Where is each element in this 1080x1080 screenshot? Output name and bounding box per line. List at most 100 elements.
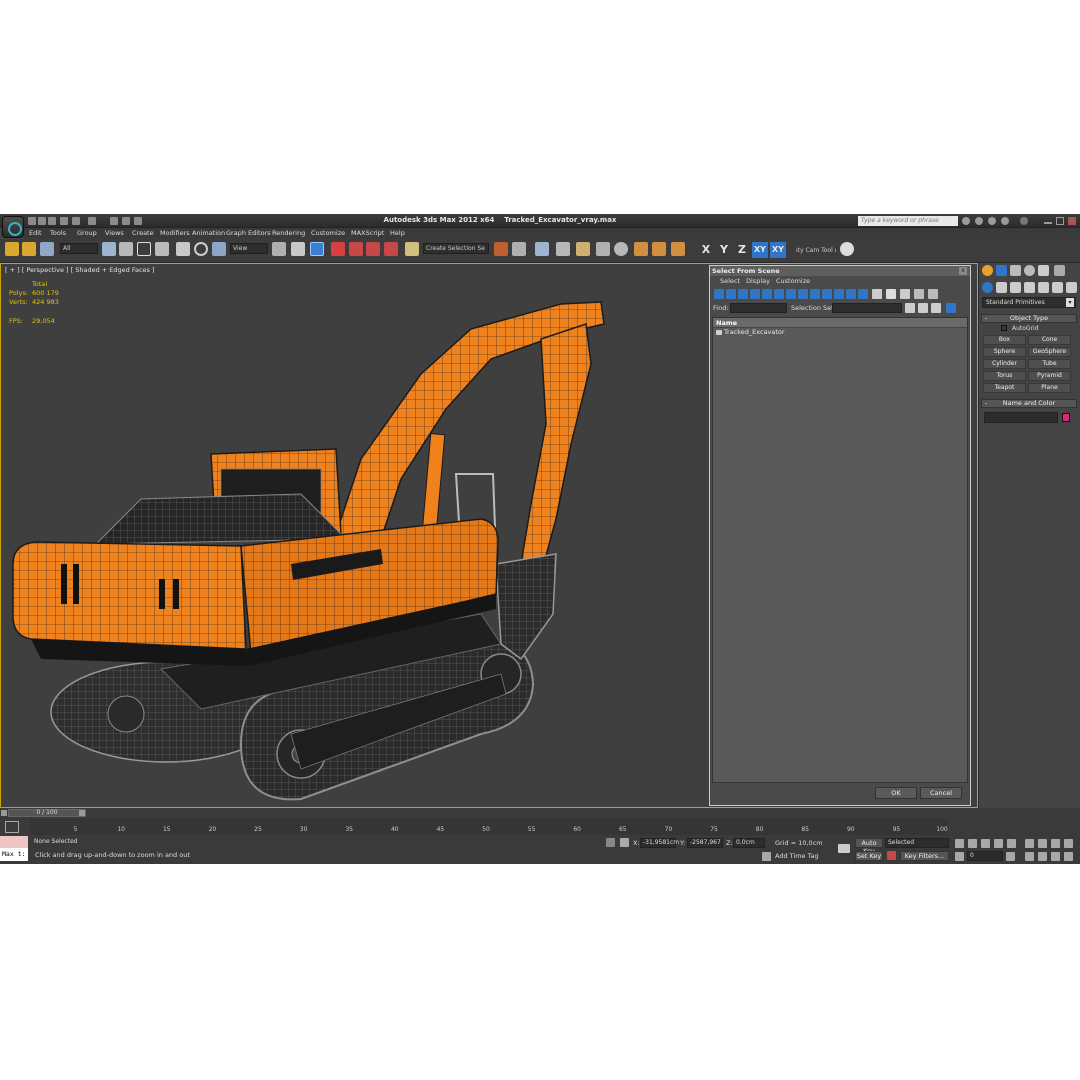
menu-animation[interactable]: Animation xyxy=(192,229,225,237)
select-by-name-icon[interactable] xyxy=(119,242,133,256)
sphere-button[interactable]: Sphere xyxy=(983,347,1026,357)
primitive-category-dropdown[interactable]: Standard Primitives xyxy=(982,297,1076,308)
spinner-snap-icon[interactable] xyxy=(384,242,398,256)
close-window-icon[interactable] xyxy=(1068,217,1076,225)
select-none-icon[interactable] xyxy=(931,303,941,313)
selection-lock-icon[interactable] xyxy=(606,838,615,847)
axis-xy-cycle-button[interactable]: XY xyxy=(770,242,786,258)
time-slider[interactable]: 0 / 100 xyxy=(0,808,1080,818)
menu-group[interactable]: Group xyxy=(77,229,97,237)
next-frame-icon[interactable] xyxy=(994,839,1003,848)
key-mode-toggle-icon[interactable] xyxy=(955,852,964,861)
track-bar[interactable]: 5 10 15 20 25 30 35 40 45 50 55 60 65 70 75 80 85 90 95 100 xyxy=(0,818,1080,836)
ok-button[interactable]: OK xyxy=(875,787,917,799)
time-slider-thumb[interactable]: 0 / 100 xyxy=(8,809,86,817)
menu-modifiers[interactable]: Modifiers xyxy=(160,229,190,237)
window-crossing-icon[interactable] xyxy=(155,242,169,256)
play-icon[interactable] xyxy=(981,839,990,848)
display-frozen-icon[interactable] xyxy=(834,289,844,299)
search-icon[interactable] xyxy=(962,217,970,225)
filter-options-icon[interactable] xyxy=(928,289,938,299)
cylinder-button[interactable]: Cylinder xyxy=(983,359,1026,369)
display-bones-icon[interactable] xyxy=(810,289,820,299)
name-and-color-rollout[interactable]: Name and Color xyxy=(981,399,1077,408)
help-icon[interactable] xyxy=(1001,217,1009,225)
time-slider-prev-icon[interactable] xyxy=(1,810,7,816)
schematic-view-icon[interactable] xyxy=(596,242,610,256)
find-input[interactable] xyxy=(730,303,787,313)
display-all-icon[interactable] xyxy=(858,289,868,299)
go-to-start-icon[interactable] xyxy=(955,839,964,848)
space-warps-icon[interactable] xyxy=(1052,282,1063,293)
menu-edit[interactable]: Edit xyxy=(29,229,42,237)
unlink-icon[interactable] xyxy=(22,242,36,256)
utility-tool-icon[interactable] xyxy=(840,242,854,256)
reference-coordinate-dropdown[interactable]: View xyxy=(230,243,268,254)
snaps-toggle-icon[interactable] xyxy=(331,242,345,256)
time-tag-icon[interactable] xyxy=(762,852,771,861)
y-coord-field[interactable]: -2587,967 xyxy=(687,838,723,848)
axis-y-button[interactable]: Y xyxy=(716,242,732,258)
display-lights-icon[interactable] xyxy=(738,289,748,299)
torus-button[interactable]: Torus xyxy=(983,371,1026,381)
systems-icon[interactable] xyxy=(1066,282,1077,293)
axis-z-button[interactable]: Z xyxy=(734,242,750,258)
object-name-input[interactable] xyxy=(984,412,1058,423)
menu-tools[interactable]: Tools xyxy=(50,229,66,237)
display-groups-icon[interactable] xyxy=(786,289,796,299)
dialog-menu-customize[interactable]: Customize xyxy=(776,277,810,285)
list-view-icon[interactable] xyxy=(946,303,956,313)
selection-filter-dropdown[interactable]: All xyxy=(60,243,98,254)
minimize-icon[interactable] xyxy=(1044,222,1052,224)
z-coord-field[interactable]: 0,0cm xyxy=(733,838,765,848)
material-editor-icon[interactable] xyxy=(614,242,628,256)
modify-tab-icon[interactable] xyxy=(996,265,1007,276)
sort-icon[interactable] xyxy=(905,303,915,313)
tube-button[interactable]: Tube xyxy=(1028,359,1071,369)
named-selection-set-dropdown[interactable]: Create Selection Se xyxy=(423,243,489,254)
set-key-button[interactable]: Set Key xyxy=(855,851,883,861)
select-object-icon[interactable] xyxy=(102,242,116,256)
dialog-close-button[interactable]: x xyxy=(959,267,967,275)
list-item[interactable]: Tracked_Excavator xyxy=(713,328,967,337)
display-tab-icon[interactable] xyxy=(1038,265,1049,276)
frame-ruler[interactable]: 5 10 15 20 25 30 35 40 45 50 55 60 65 70 75 80 85 90 95 100 xyxy=(30,819,948,835)
select-and-scale-icon[interactable] xyxy=(212,242,226,256)
display-space-warps-icon[interactable] xyxy=(774,289,784,299)
filter-icon[interactable] xyxy=(914,289,924,299)
create-tab-icon[interactable] xyxy=(982,265,993,276)
menu-create[interactable]: Create xyxy=(132,229,154,237)
display-shapes-icon[interactable] xyxy=(726,289,736,299)
maximize-icon[interactable] xyxy=(1056,217,1064,225)
menu-maxscript[interactable]: MAXScript xyxy=(351,229,384,237)
layer-manager-icon[interactable] xyxy=(535,242,549,256)
time-configuration-icon[interactable] xyxy=(1006,852,1015,861)
set-key-mode-icon[interactable] xyxy=(838,844,850,853)
time-slider-next-icon[interactable] xyxy=(79,810,85,816)
teapot-button[interactable]: Teapot xyxy=(983,383,1026,393)
column-header-name[interactable]: Name xyxy=(713,318,967,328)
zoom-extents-icon[interactable] xyxy=(1051,839,1060,848)
maxscript-listener-output[interactable] xyxy=(0,836,28,848)
box-button[interactable]: Box xyxy=(983,335,1026,345)
cancel-button[interactable]: Cancel xyxy=(920,787,962,799)
select-and-link-icon[interactable] xyxy=(5,242,19,256)
menu-rendering[interactable]: Rendering xyxy=(272,229,305,237)
mini-curve-editor-icon[interactable] xyxy=(5,821,19,833)
display-none-icon[interactable] xyxy=(872,289,882,299)
helpers-icon[interactable] xyxy=(1038,282,1049,293)
menu-graph-editors[interactable]: Graph Editors xyxy=(226,229,271,237)
rectangular-selection-icon[interactable] xyxy=(137,242,151,256)
utilities-tab-icon[interactable] xyxy=(1054,265,1065,276)
axis-xy-button[interactable]: XY xyxy=(752,242,768,258)
sync-selection-icon[interactable] xyxy=(900,289,910,299)
select-and-rotate-icon[interactable] xyxy=(194,242,208,256)
edit-named-selection-icon[interactable] xyxy=(405,242,419,256)
graphite-ribbon-icon[interactable] xyxy=(556,242,570,256)
invert-display-icon[interactable] xyxy=(886,289,896,299)
hierarchy-tab-icon[interactable] xyxy=(1010,265,1021,276)
object-type-rollout[interactable]: Object Type xyxy=(981,314,1077,323)
field-of-view-icon[interactable] xyxy=(1025,852,1034,861)
select-and-manipulate-icon[interactable] xyxy=(291,242,305,256)
display-cameras-icon[interactable] xyxy=(750,289,760,299)
